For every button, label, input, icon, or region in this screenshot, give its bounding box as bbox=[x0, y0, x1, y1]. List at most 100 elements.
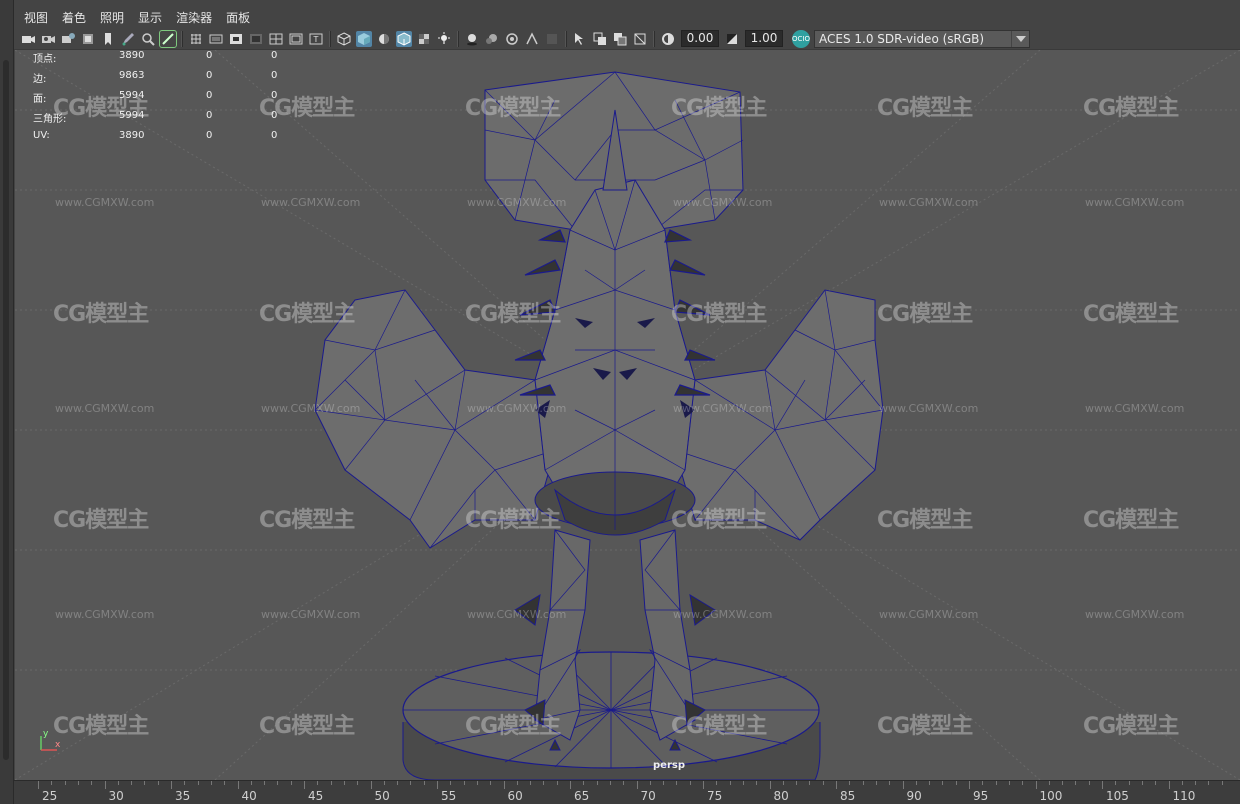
menu-view[interactable]: 视图 bbox=[24, 9, 48, 26]
watermark-brand: CG模型主 bbox=[465, 508, 561, 533]
timeline-tick bbox=[1035, 781, 1037, 789]
hud-value: 0 bbox=[271, 110, 278, 121]
default-material-icon[interactable] bbox=[376, 31, 392, 47]
resolution-gate-icon[interactable] bbox=[228, 31, 244, 47]
timeline-tick bbox=[450, 781, 452, 785]
persp-viewport[interactable]: CG模型主 www.CGMXW.com CG模型主 www.CGMXW.com CG模型… bbox=[15, 50, 1240, 780]
exposure-field[interactable]: 0.00 bbox=[681, 30, 719, 47]
timeline-tick bbox=[51, 781, 53, 785]
xray-active-components-icon[interactable] bbox=[632, 31, 648, 47]
watermark-url: www.CGMXW.com bbox=[673, 402, 773, 415]
timeline-tick bbox=[782, 781, 784, 785]
smooth-shade-icon[interactable] bbox=[356, 30, 372, 47]
hud-value: 0 bbox=[271, 70, 278, 81]
toolbar-separator bbox=[329, 30, 331, 47]
timeline-tick bbox=[1088, 781, 1090, 785]
grid-icon[interactable] bbox=[188, 31, 204, 47]
viewport-scene bbox=[15, 50, 1240, 780]
timeline-tick bbox=[117, 781, 119, 785]
watermark-brand: CG模型主 bbox=[53, 302, 149, 327]
hud-label: 面: bbox=[33, 94, 47, 105]
hud-value: 0 bbox=[206, 70, 213, 81]
timeline-tick-label: 25 bbox=[42, 789, 58, 803]
depth-of-field-icon[interactable] bbox=[544, 31, 560, 47]
safe-title-icon[interactable]: T bbox=[308, 31, 324, 47]
watermark-url: www.CGMXW.com bbox=[1085, 608, 1185, 621]
wireframe-on-shaded-icon[interactable] bbox=[396, 30, 412, 47]
wireframe-icon[interactable] bbox=[336, 31, 352, 47]
left-scroll-strip[interactable] bbox=[0, 0, 14, 804]
image-plane-icon[interactable] bbox=[80, 31, 96, 47]
watermark-url: www.CGMXW.com bbox=[261, 402, 361, 415]
field-chart-icon[interactable] bbox=[268, 31, 284, 47]
timeline-tick bbox=[383, 781, 385, 785]
safe-action-icon[interactable] bbox=[288, 31, 304, 47]
timeline-tick bbox=[1208, 781, 1210, 785]
timeline-tick bbox=[836, 781, 837, 789]
timeline-tick bbox=[676, 781, 678, 785]
menu-lighting[interactable]: 照明 bbox=[100, 9, 124, 26]
timeline-tick bbox=[197, 781, 199, 785]
timeline-tick bbox=[556, 781, 558, 785]
watermark-url: www.CGMXW.com bbox=[261, 608, 361, 621]
exposure-icon[interactable] bbox=[660, 31, 676, 47]
hud-label: 边: bbox=[33, 74, 47, 85]
xray-icon[interactable] bbox=[592, 31, 608, 47]
hud-row-vertices: 顶点: 3890 0 0 bbox=[33, 50, 313, 70]
timeline-tick bbox=[77, 781, 79, 785]
color-management-toggle[interactable]: OCIO bbox=[792, 29, 810, 48]
timeline-tick bbox=[184, 781, 186, 785]
watermark-brand: CG模型主 bbox=[465, 96, 561, 121]
timeline-tick bbox=[1195, 781, 1197, 785]
timeline-tick bbox=[370, 781, 372, 789]
menu-panels[interactable]: 面板 bbox=[226, 9, 250, 26]
timeline-tick bbox=[277, 781, 279, 785]
bookmark-camera-icon[interactable] bbox=[60, 31, 76, 47]
timeline-tick bbox=[849, 781, 851, 785]
select-camera-icon[interactable] bbox=[20, 31, 36, 47]
grease-pencil-icon[interactable] bbox=[120, 31, 136, 47]
timeline-tick bbox=[796, 781, 798, 785]
timeline-tick bbox=[1181, 781, 1183, 785]
shadows-icon[interactable] bbox=[464, 31, 480, 47]
view-transform-dropdown[interactable]: ACES 1.0 SDR-video (sRGB) bbox=[814, 29, 1030, 48]
textured-icon[interactable] bbox=[416, 31, 432, 47]
menu-show[interactable]: 显示 bbox=[138, 9, 162, 26]
lights-icon[interactable] bbox=[436, 31, 452, 47]
isolate-select-icon[interactable] bbox=[572, 31, 588, 47]
timeline-tick bbox=[1128, 781, 1130, 785]
timeline-tick bbox=[224, 781, 226, 785]
pencil-icon[interactable] bbox=[159, 29, 177, 48]
2d-pan-zoom-icon[interactable] bbox=[140, 31, 156, 47]
gamma-field[interactable]: 1.00 bbox=[745, 30, 783, 47]
timeline-tick bbox=[343, 781, 345, 785]
hud-value: 0 bbox=[271, 130, 278, 141]
timeline-tick bbox=[264, 781, 266, 785]
menu-shading[interactable]: 着色 bbox=[62, 9, 86, 26]
gamma-icon[interactable] bbox=[724, 31, 740, 47]
toolbar-separator bbox=[457, 30, 459, 47]
timeline-tick bbox=[703, 781, 704, 789]
motion-blur-icon[interactable] bbox=[504, 31, 520, 47]
toolbar-separator bbox=[181, 30, 183, 47]
camera-attributes-icon[interactable] bbox=[40, 31, 56, 47]
menu-renderer[interactable]: 渲染器 bbox=[176, 9, 212, 26]
hud-value: 0 bbox=[206, 110, 213, 121]
maya-viewport-window: 视图 着色 照明 显示 渲染器 面板 T 0.00 1.00 OCIO ACES… bbox=[0, 0, 1240, 804]
watermark-brand: CG模型主 bbox=[1083, 96, 1179, 121]
bookmark-icon[interactable] bbox=[100, 31, 116, 47]
film-gate-icon[interactable] bbox=[208, 31, 224, 47]
xray-joints-icon[interactable] bbox=[612, 31, 628, 47]
time-slider[interactable]: 25 30 35 40 45 50 55 60 65 70 75 80 85 90 95 100 105 110 bbox=[14, 780, 1240, 804]
chevron-down-icon[interactable] bbox=[1011, 30, 1029, 47]
timeline-tick bbox=[756, 781, 758, 785]
timeline-tick bbox=[1062, 781, 1064, 785]
panel-toolbar: T 0.00 1.00 OCIO ACES 1.0 SDR-video (sRG… bbox=[14, 28, 1240, 50]
left-scrollbar[interactable] bbox=[3, 60, 9, 760]
anti-aliasing-icon[interactable] bbox=[524, 31, 540, 47]
ambient-occlusion-icon[interactable] bbox=[484, 31, 500, 47]
gate-mask-icon[interactable] bbox=[248, 31, 264, 47]
timeline-tick bbox=[875, 781, 877, 785]
timeline-tick bbox=[663, 781, 665, 785]
timeline-tick bbox=[1102, 781, 1103, 789]
